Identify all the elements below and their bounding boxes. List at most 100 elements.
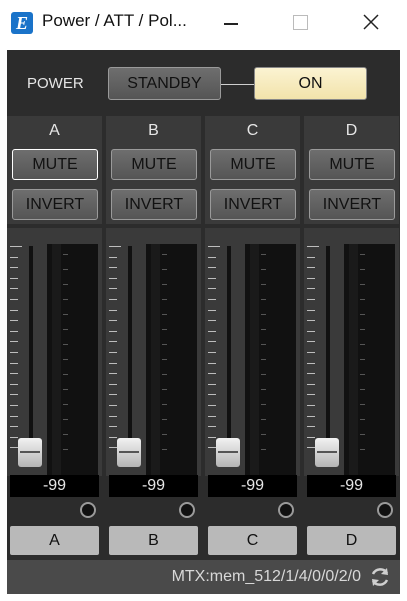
invert-button[interactable]: INVERT [12,189,98,220]
meter-scale-tick [261,344,266,345]
meter-scale-tick [162,344,167,345]
fader-knob-line [218,451,238,453]
level-value[interactable]: -99 [10,475,99,497]
status-bar: MTX:mem_512/1/4/0/0/2/0 [7,560,400,594]
fader-track[interactable] [227,246,231,466]
maximize-icon [293,15,308,30]
meter-scale-tick [261,284,266,285]
fader-scale-tick [307,330,315,332]
fader-scale-tick [109,246,121,247]
fader-scale-tick [109,383,117,385]
channel-select-button[interactable]: C [208,526,297,555]
title-bar: E Power / ATT / Pol... [0,0,407,46]
indicator-icon [278,502,294,518]
level-value[interactable]: -99 [307,475,396,497]
meter-scale-tick [63,314,68,315]
meter-scale-tick [162,374,167,375]
close-button[interactable] [348,6,394,40]
meter-scale-tick [162,269,167,270]
fader-scale-tick [109,394,117,396]
meter-scale-tick [63,359,68,360]
fader-knob[interactable] [117,438,141,467]
meter-scale-tick [261,374,266,375]
minimize-icon [224,23,238,25]
fader-track[interactable] [29,246,33,466]
fader-scale-tick [10,341,18,343]
refresh-icon[interactable] [368,565,392,589]
meter-scale-tick [261,299,266,300]
maximize-button[interactable] [277,6,323,40]
app-icon: E [11,12,33,34]
minimize-button[interactable] [208,6,254,40]
fader-scale-tick [109,362,117,364]
fader-scale-tick [109,436,117,438]
window: E Power / ATT / Pol... POWER STANDBY ON … [0,0,407,601]
channel-header: A MUTE INVERT [7,116,102,224]
fader-knob[interactable] [216,438,240,467]
standby-button[interactable]: STANDBY [108,67,221,100]
fader-knob[interactable] [18,438,42,467]
fader-scale-tick [307,341,315,343]
level-value[interactable]: -99 [208,475,297,497]
fader-track[interactable] [128,246,132,466]
fader-scale-tick [208,320,216,322]
channel-select-button[interactable]: A [10,526,99,555]
level-value[interactable]: -99 [109,475,198,497]
invert-button[interactable]: INVERT [309,189,395,220]
meter-scale-tick [360,389,365,390]
fader-scale-tick [109,320,117,322]
channel-header: B MUTE INVERT [106,116,201,224]
indicator-icon [377,502,393,518]
mute-button[interactable]: MUTE [111,149,197,180]
fader-scale-tick [208,246,220,247]
mute-button[interactable]: MUTE [210,149,296,180]
fader-scale-tick [307,267,315,269]
indicator-icon [179,502,195,518]
meter-scale-tick [261,434,266,435]
fader-scale-tick [109,267,117,269]
channel-header: D MUTE INVERT [304,116,399,224]
meter-scale-tick [360,269,365,270]
channel-label: A [49,122,60,139]
meter-bar [349,244,358,480]
fader-scale-tick [109,415,117,417]
on-button[interactable]: ON [254,67,367,100]
meter-scale-tick [360,419,365,420]
channel-select-button[interactable]: B [109,526,198,555]
fader-scale-tick [208,405,216,406]
channel-strip: D MUTE INVERT -99 D [304,116,399,594]
control-panel: POWER STANDBY ON A MUTE INVERT -99 A B MUTE INV… [7,50,400,594]
channel-select-button[interactable]: D [307,526,396,555]
meter-scale-tick [261,359,266,360]
mute-button[interactable]: MUTE [309,149,395,180]
meter-scale-tick [360,374,365,375]
fader-scale-tick [208,436,216,438]
meter-bar [52,244,61,480]
meter-scale-tick [63,329,68,330]
meter-scale-tick [162,419,167,420]
fader-track[interactable] [326,246,330,466]
fader-scale-tick [109,373,117,375]
fader-scale-tick [307,299,315,300]
meter-scale-tick [162,284,167,285]
channel-label: B [148,122,159,139]
fader-knob-line [317,451,337,453]
meter-scale-tick [162,449,167,450]
meter-scale-tick [162,254,167,255]
meter-bar [151,244,160,480]
fader-scale-tick [208,447,216,449]
power-link-line [221,84,254,85]
close-icon [363,14,379,30]
fader-scale-tick [10,426,18,428]
mute-button[interactable]: MUTE [12,149,98,180]
fader-knob[interactable] [315,438,339,467]
power-row: POWER STANDBY ON [7,50,400,114]
invert-button[interactable]: INVERT [210,189,296,220]
invert-button[interactable]: INVERT [111,189,197,220]
fader-scale-tick [208,277,216,279]
meter-scale-tick [63,254,68,255]
fader-scale-tick [307,309,315,311]
status-text: MTX:mem_512/1/4/0/0/2/0 [171,568,361,585]
fader-scale-tick [208,352,216,353]
fader-scale-tick [307,352,315,353]
